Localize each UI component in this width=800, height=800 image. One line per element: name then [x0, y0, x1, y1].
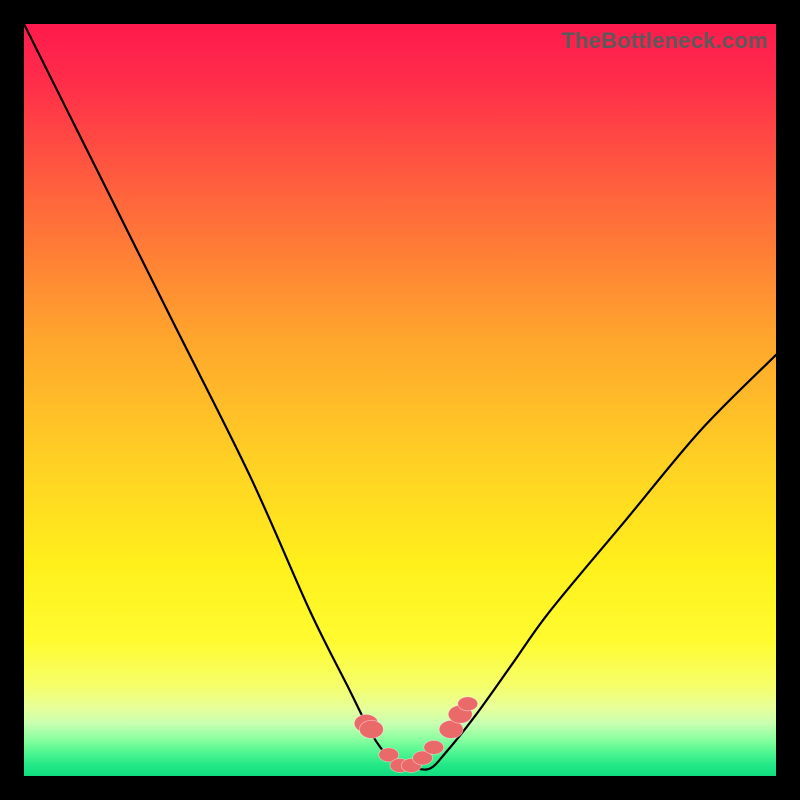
bead-icon: [424, 740, 444, 754]
curve-path: [24, 24, 776, 770]
bead-icon: [458, 697, 478, 711]
beads-group: [354, 697, 478, 773]
plot-area: TheBottleneck.com: [24, 24, 776, 776]
chart-frame: TheBottleneck.com: [0, 0, 800, 800]
bottleneck-curve: [24, 24, 776, 776]
bead-icon: [359, 720, 383, 738]
